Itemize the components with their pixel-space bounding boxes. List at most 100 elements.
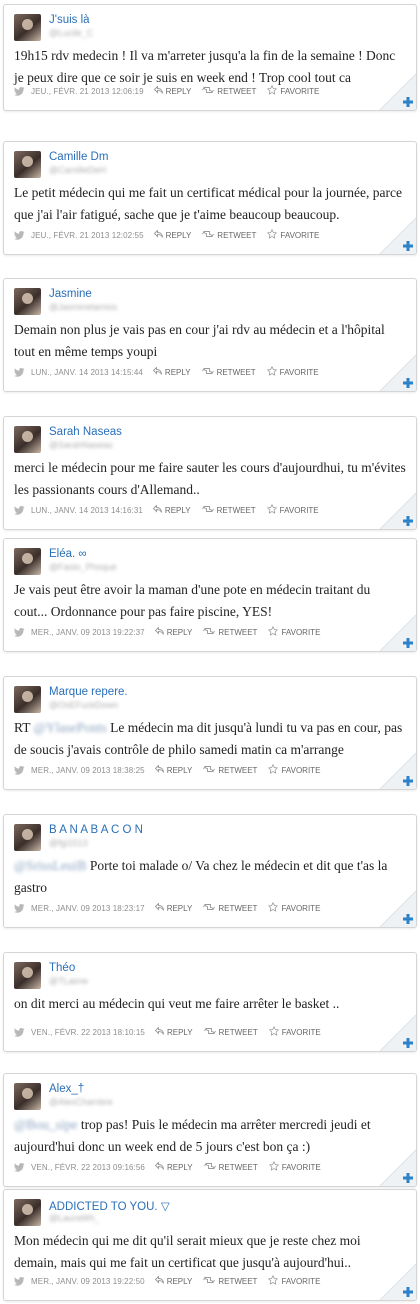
favorite-button[interactable]: FAVORITE [266, 503, 319, 516]
reply-button[interactable]: REPLY [154, 764, 192, 775]
plus-corner-icon[interactable] [376, 351, 416, 391]
user-name[interactable]: B A N A B A C O N [49, 824, 143, 836]
reply-button[interactable]: REPLY [153, 85, 191, 96]
reply-button[interactable]: REPLY [153, 229, 191, 240]
user-name[interactable]: Eléa. ∞ [49, 548, 87, 560]
avatar[interactable] [14, 1083, 41, 1110]
user-handle[interactable]: @TLaime [49, 976, 88, 986]
reply-button[interactable]: REPLY [154, 626, 192, 637]
tweet-date[interactable]: JEU., FÉVR. 21 2013 12:06:19 [31, 87, 144, 96]
tweet-card: Théo @TLaime on dit merci au médecin qui v… [3, 952, 417, 1052]
user-handle[interactable]: @LauraWh_ [49, 1213, 100, 1223]
retweet-icon [201, 505, 217, 515]
retweet-icon [202, 86, 217, 96]
reply-button[interactable]: REPLY [152, 504, 191, 515]
tweet-date[interactable]: LUN., JANV. 14 2013 14:16:31 [31, 506, 143, 515]
user-name[interactable]: Jasmine [49, 288, 92, 300]
user-name[interactable]: Sarah Naseas [49, 426, 122, 438]
mention-link[interactable]: @YlasePonts [34, 720, 107, 735]
retweet-icon [201, 367, 217, 377]
retweet-button[interactable]: RETWEET [202, 86, 256, 96]
plus-corner-icon[interactable] [376, 214, 416, 254]
plus-corner-icon[interactable] [376, 489, 416, 529]
reply-button[interactable]: REPLY [154, 902, 192, 913]
reply-button[interactable]: REPLY [152, 366, 191, 377]
reply-button[interactable]: REPLY [154, 1026, 193, 1037]
tweet-header: B A N A B A C O N @fgi1513 [14, 824, 394, 854]
retweet-label: RETWEET [218, 1027, 258, 1037]
tweet-date[interactable]: MER., JANV. 09 2013 18:23:17 [31, 904, 145, 913]
plus-corner-icon[interactable] [376, 70, 416, 110]
favorite-button[interactable]: FAVORITE [268, 1025, 321, 1038]
user-handle[interactable]: @Fasto_Phoque [49, 562, 117, 572]
user-name[interactable]: Marque repere. [49, 686, 128, 698]
favorite-button[interactable]: FAVORITE [266, 365, 319, 378]
user-handle[interactable]: @Jasminelamiss [49, 302, 117, 312]
tweet-date[interactable]: VEN., FÉVR. 22 2013 18:10:15 [31, 1028, 145, 1037]
tweet-meta: VEN., FÉVR. 22 2013 09:16:56 REPLY RETWEET… [14, 1160, 334, 1174]
plus-corner-icon[interactable] [376, 887, 416, 927]
tweet-meta: JEU., FÉVR. 21 2013 12:02:55 REPLY RETWEET… [14, 228, 334, 242]
favorite-button[interactable]: FAVORITE [267, 84, 319, 97]
plus-corner-icon[interactable] [376, 1146, 416, 1186]
plus-corner-icon[interactable] [376, 611, 416, 651]
tweet-date[interactable]: MER., JANV. 09 2013 19:22:50 [31, 1277, 145, 1286]
plus-corner-icon[interactable] [376, 749, 416, 789]
avatar[interactable] [14, 962, 41, 989]
favorite-button[interactable]: FAVORITE [268, 625, 320, 638]
plus-corner-icon[interactable] [376, 1260, 416, 1300]
user-name[interactable]: Théo [49, 962, 75, 974]
tweet-date[interactable]: VEN., FÉVR. 22 2013 09:16:56 [31, 1163, 145, 1172]
retweet-button[interactable]: RETWEET [201, 367, 256, 377]
retweet-button[interactable]: RETWEET [202, 230, 256, 240]
retweet-button[interactable]: RETWEET [203, 1276, 257, 1286]
mention-link[interactable]: @SrissLeuiB [14, 858, 86, 873]
mention-link[interactable]: @Bou_sipe [14, 1117, 77, 1132]
retweet-button[interactable]: RETWEET [203, 1027, 258, 1037]
favorite-button[interactable]: FAVORITE [268, 1160, 321, 1173]
tweet-meta: MER., JANV. 09 2013 19:22:37 REPLY RETWEET… [14, 625, 334, 639]
retweet-button[interactable]: RETWEET [203, 903, 257, 913]
reply-arrow-icon [152, 504, 165, 515]
avatar[interactable] [14, 686, 41, 713]
tweet-date[interactable]: MER., JANV. 09 2013 19:22:37 [31, 628, 145, 637]
twitter-bird-icon [14, 367, 25, 377]
reply-arrow-icon [154, 902, 167, 913]
favorite-button[interactable]: FAVORITE [267, 228, 319, 241]
user-name[interactable]: J'suis là [49, 14, 90, 26]
user-name[interactable]: Camille Dm [49, 151, 108, 163]
avatar[interactable] [14, 426, 41, 453]
retweet-button[interactable]: RETWEET [203, 765, 257, 775]
tweet-date[interactable]: MER., JANV. 09 2013 18:38:25 [31, 766, 145, 775]
avatar[interactable] [14, 824, 41, 851]
tweet-date[interactable]: LUN., JANV. 14 2013 14:15:44 [31, 368, 143, 377]
user-handle[interactable]: @AlexChambre [49, 1097, 113, 1107]
retweet-label: RETWEET [218, 627, 258, 637]
star-icon [267, 84, 280, 97]
user-name[interactable]: Alex_† [49, 1083, 84, 1095]
avatar[interactable] [14, 14, 41, 41]
user-handle[interactable]: @fgi1513 [49, 838, 88, 848]
user-handle[interactable]: @CamilleDeH [49, 165, 106, 175]
reply-button[interactable]: REPLY [154, 1161, 193, 1172]
favorite-label: FAVORITE [279, 505, 319, 515]
user-handle[interactable]: @Lucile_C [49, 28, 93, 38]
avatar[interactable] [14, 151, 41, 178]
avatar[interactable] [14, 288, 41, 315]
favorite-button[interactable]: FAVORITE [268, 1274, 320, 1287]
favorite-button[interactable]: FAVORITE [268, 763, 320, 776]
avatar[interactable] [14, 548, 41, 575]
retweet-button[interactable]: RETWEET [203, 1162, 258, 1172]
retweet-button[interactable]: RETWEET [201, 505, 256, 515]
user-handle[interactable]: @SarahNaseas [49, 440, 113, 450]
plus-corner-icon[interactable] [376, 1011, 416, 1051]
user-name[interactable]: ADDICTED TO YOU. ▽ [49, 1199, 170, 1213]
tweet-date[interactable]: JEU., FÉVR. 21 2013 12:02:55 [31, 231, 144, 240]
user-handle[interactable]: @OsEFuckDown [49, 700, 118, 710]
tweet-card: ADDICTED TO YOU. ▽ @LauraWh_ Mon médecin q… [3, 1189, 417, 1301]
reply-button[interactable]: REPLY [154, 1275, 192, 1286]
favorite-button[interactable]: FAVORITE [268, 901, 320, 914]
avatar[interactable] [14, 1199, 41, 1226]
retweet-button[interactable]: RETWEET [203, 627, 257, 637]
retweet-label: RETWEET [216, 367, 256, 377]
